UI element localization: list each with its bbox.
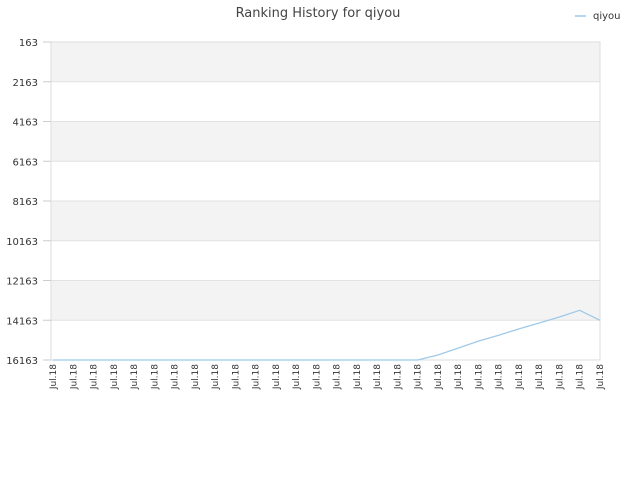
x-tick-label: Jul.18: [150, 364, 160, 390]
plot-band: [51, 201, 600, 241]
x-tick-label: Jul.18: [211, 364, 221, 390]
x-tick-label: Jul.18: [252, 364, 262, 390]
y-tick-label: 16163: [6, 356, 38, 367]
x-tick-label: Jul.18: [231, 364, 241, 390]
x-tick-label: Jul.18: [49, 364, 59, 390]
x-axis: Jul.18 Jul.18 Jul.18 Jul.18 Jul.18 Jul.18 Jul.…: [49, 364, 606, 390]
plot-band: [51, 42, 600, 82]
x-tick-label: Jul.18: [69, 364, 79, 390]
x-tick-label: Jul.18: [312, 364, 322, 390]
y-tick-label: 10163: [6, 237, 38, 248]
x-tick-label: Jul.18: [495, 364, 505, 390]
x-tick-label: Jul.18: [555, 364, 565, 390]
y-tick-label: 12163: [6, 277, 38, 288]
x-tick-label: Jul.18: [292, 364, 302, 390]
x-tick-label: Jul.18: [515, 364, 525, 390]
y-axis: 163 2163 4163 6163 8163 10163 12163 14163 16163: [6, 38, 51, 367]
x-tick-label: Jul.18: [272, 364, 282, 390]
x-tick-label: Jul.18: [474, 364, 484, 390]
x-tick-label: Jul.18: [393, 364, 403, 390]
y-tick-label: 163: [19, 38, 38, 49]
chart-title: Ranking History for qiyou: [236, 6, 401, 21]
x-tick-label: Jul.18: [191, 364, 201, 390]
y-tick-label: 4163: [13, 118, 38, 129]
plot-band: [51, 121, 600, 162]
x-tick-label: Jul.18: [171, 364, 181, 390]
plot-band: [51, 280, 600, 321]
plot-band: [51, 161, 600, 201]
x-tick-label: Jul.18: [414, 364, 424, 390]
x-tick-label: Jul.18: [333, 364, 343, 390]
plot-band: [51, 240, 600, 281]
legend: qiyou: [575, 11, 621, 22]
x-tick-label: Jul.18: [353, 364, 363, 390]
x-tick-label: Jul.18: [130, 364, 140, 390]
ranking-chart: Ranking History for qiyou qiyou 163 2163 4…: [6, 6, 621, 390]
plot-band: [51, 320, 600, 360]
y-tick-label: 6163: [13, 157, 38, 168]
x-tick-label: Jul.18: [535, 364, 545, 390]
x-tick-label: Jul.18: [454, 364, 464, 390]
legend-label-qiyou: qiyou: [593, 11, 621, 22]
x-tick-label: Jul.18: [434, 364, 444, 390]
x-tick-label: Jul.18: [596, 364, 606, 390]
y-tick-label: 8163: [13, 197, 38, 208]
y-tick-label: 2163: [13, 78, 38, 89]
x-tick-label: Jul.18: [90, 364, 100, 390]
y-tick-label: 14163: [6, 316, 38, 327]
x-tick-label: Jul.18: [110, 364, 120, 390]
plot-band: [51, 81, 600, 122]
x-tick-label: Jul.18: [373, 364, 383, 390]
x-tick-label: Jul.18: [576, 364, 586, 390]
